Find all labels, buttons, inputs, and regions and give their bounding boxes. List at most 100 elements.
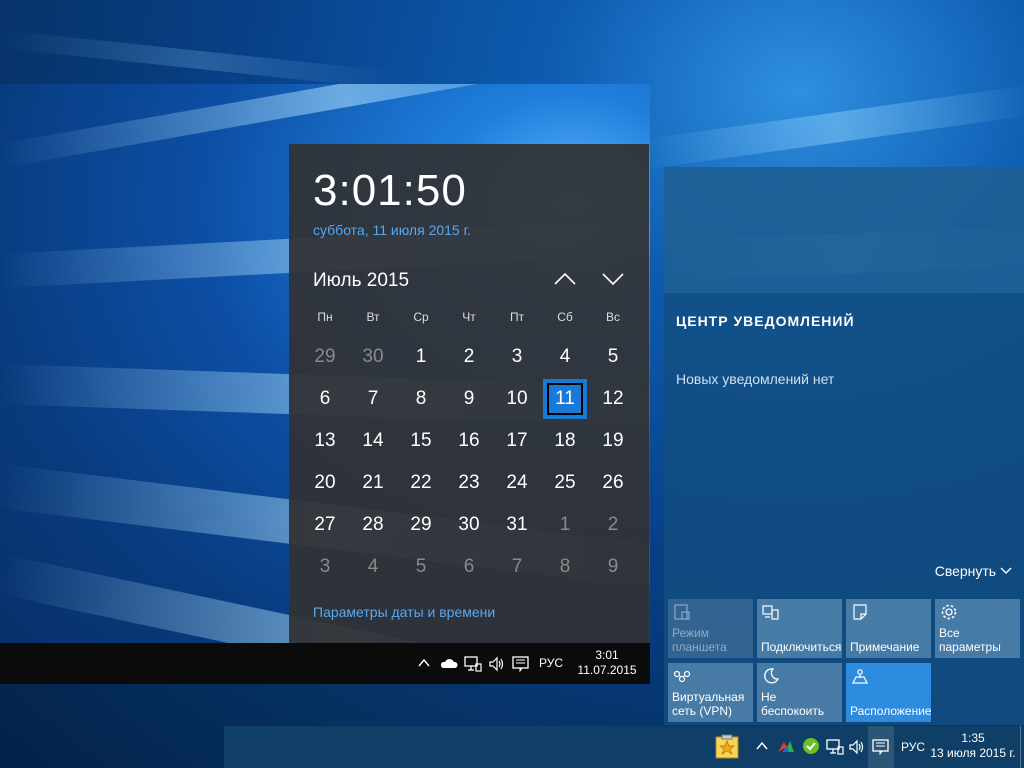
inner-language-indicator[interactable]: РУС	[536, 656, 566, 671]
language-indicator[interactable]: РУС	[898, 740, 928, 755]
moon-icon	[762, 667, 780, 685]
weekday-label: Вт	[366, 310, 380, 324]
quick-action-label-line: Режим	[672, 626, 709, 640]
calendar-day[interactable]: 6	[305, 381, 345, 417]
taskbar-clock[interactable]: 1:35 13 июля 2015 г.	[928, 731, 1018, 761]
calendar-day[interactable]: 21	[353, 465, 393, 501]
calendar-day[interactable]: 16	[449, 423, 489, 459]
weekday-label: Сб	[557, 310, 573, 324]
calendar-day-today[interactable]: 11	[545, 381, 585, 417]
calendar-day[interactable]: 10	[497, 381, 537, 417]
notification-icon[interactable]	[868, 726, 894, 768]
previous-month-button[interactable]	[553, 268, 577, 290]
calendar-day[interactable]: 5	[401, 549, 441, 585]
calendar-day[interactable]: 8	[401, 381, 441, 417]
chevron-down-icon	[601, 268, 625, 290]
quick-action-tile[interactable]: Подключиться	[757, 599, 842, 658]
connect-icon	[762, 603, 780, 621]
quick-action-tile[interactable]: Все параметры	[935, 599, 1020, 658]
quick-action-label: Подключиться	[761, 640, 841, 654]
calendar-day[interactable]: 3	[497, 339, 537, 375]
notification-icon[interactable]	[512, 656, 530, 676]
calendar-day[interactable]: 5	[593, 339, 633, 375]
quick-action-label: Все параметры	[939, 626, 1001, 654]
calendar-day[interactable]: 30	[449, 507, 489, 543]
calendar-day[interactable]: 7	[497, 549, 537, 585]
calendar-day[interactable]: 4	[545, 339, 585, 375]
quick-action-label-line: Примечание	[850, 640, 920, 654]
date-time-settings-link[interactable]: Параметры даты и времени	[313, 604, 495, 620]
inner-clock[interactable]: 3:01 11.07.2015	[572, 648, 642, 678]
tablet-mode-icon	[673, 603, 691, 621]
quick-action-label-line: параметры	[939, 640, 1001, 654]
onedrive-cloud-icon[interactable]	[440, 656, 458, 674]
calendar-day[interactable]: 9	[593, 549, 633, 585]
quick-action-tile[interactable]: Расположение	[846, 663, 932, 722]
note-icon	[851, 603, 869, 621]
wallpaper-light-beam	[637, 84, 1024, 170]
calendar-day[interactable]: 14	[353, 423, 393, 459]
calendar-day[interactable]: 17	[497, 423, 537, 459]
network-icon[interactable]	[826, 739, 844, 759]
quick-action-tile[interactable]: Не беспокоить	[757, 663, 842, 722]
calendar-day[interactable]: 29	[401, 507, 441, 543]
quick-action-label-line: Виртуальная	[672, 690, 745, 704]
calendar-day[interactable]: 2	[593, 507, 633, 543]
calendar-day[interactable]: 26	[593, 465, 633, 501]
calendar-month-label[interactable]: Июль 2015	[313, 270, 409, 292]
action-center-panel: ЦЕНТР УВЕДОМЛЕНИЙ Новых уведомлений нет …	[664, 167, 1024, 725]
colored-arrows-app-icon[interactable]	[776, 738, 796, 758]
quick-action-tile[interactable]: Виртуальная сеть (VPN)	[668, 663, 753, 722]
calendar-day[interactable]: 6	[449, 549, 489, 585]
chevron-up-icon[interactable]	[754, 739, 770, 757]
calendar-day[interactable]: 7	[353, 381, 393, 417]
calendar-day[interactable]: 31	[497, 507, 537, 543]
calendar-day[interactable]: 3	[305, 549, 345, 585]
collapse-button[interactable]: Свернуть	[935, 563, 1012, 579]
calendar-day[interactable]: 28	[353, 507, 393, 543]
quick-action-label-line: сеть (VPN)	[672, 704, 733, 718]
show-desktop-button[interactable]	[1020, 726, 1024, 768]
calendar-day[interactable]: 8	[545, 549, 585, 585]
calendar-day[interactable]: 1	[401, 339, 441, 375]
calendar-day[interactable]: 30	[353, 339, 393, 375]
chevron-up-icon[interactable]	[416, 656, 432, 674]
quick-action-tile[interactable]: Режим планшета	[668, 599, 753, 658]
quick-action-tile[interactable]: Примечание	[846, 599, 931, 658]
calendar-day[interactable]: 9	[449, 381, 489, 417]
quick-action-label: Расположение	[850, 704, 932, 718]
quick-action-label-line: Подключиться	[761, 640, 842, 654]
taskbar: РУС 1:35 13 июля 2015 г.	[224, 726, 1024, 768]
volume-icon[interactable]	[488, 656, 506, 676]
calendar-day[interactable]: 19	[593, 423, 633, 459]
sticky-star-app-icon[interactable]	[714, 734, 740, 764]
flyout-date[interactable]: суббота, 11 июля 2015 г.	[313, 222, 471, 238]
weekday-label: Пт	[509, 310, 525, 324]
calendar-day[interactable]: 20	[305, 465, 345, 501]
calendar-day[interactable]: 13	[305, 423, 345, 459]
next-month-button[interactable]	[601, 268, 625, 290]
quick-action-label: Режим планшета	[672, 626, 727, 654]
calendar-day[interactable]: 4	[353, 549, 393, 585]
quick-action-label: Не беспокоить	[761, 690, 824, 718]
no-notifications-text: Новых уведомлений нет	[676, 371, 835, 387]
green-shield-app-icon[interactable]	[802, 737, 820, 759]
quick-action-label-line: Не	[761, 690, 777, 704]
calendar-day[interactable]: 29	[305, 339, 345, 375]
network-icon[interactable]	[464, 656, 482, 676]
settings-gear-icon	[940, 603, 958, 621]
volume-icon[interactable]	[848, 739, 866, 759]
quick-action-label-line: беспокоить	[761, 704, 825, 718]
calendar-day[interactable]: 12	[593, 381, 633, 417]
inner-taskbar: РУС 3:01 11.07.2015	[0, 643, 650, 684]
calendar-day[interactable]: 2	[449, 339, 489, 375]
calendar-day[interactable]: 1	[545, 507, 585, 543]
calendar-day[interactable]: 22	[401, 465, 441, 501]
calendar-day[interactable]: 18	[545, 423, 585, 459]
vpn-icon	[673, 667, 691, 685]
calendar-day[interactable]: 23	[449, 465, 489, 501]
calendar-day[interactable]: 24	[497, 465, 537, 501]
calendar-day[interactable]: 27	[305, 507, 345, 543]
calendar-day[interactable]: 15	[401, 423, 441, 459]
calendar-day[interactable]: 25	[545, 465, 585, 501]
